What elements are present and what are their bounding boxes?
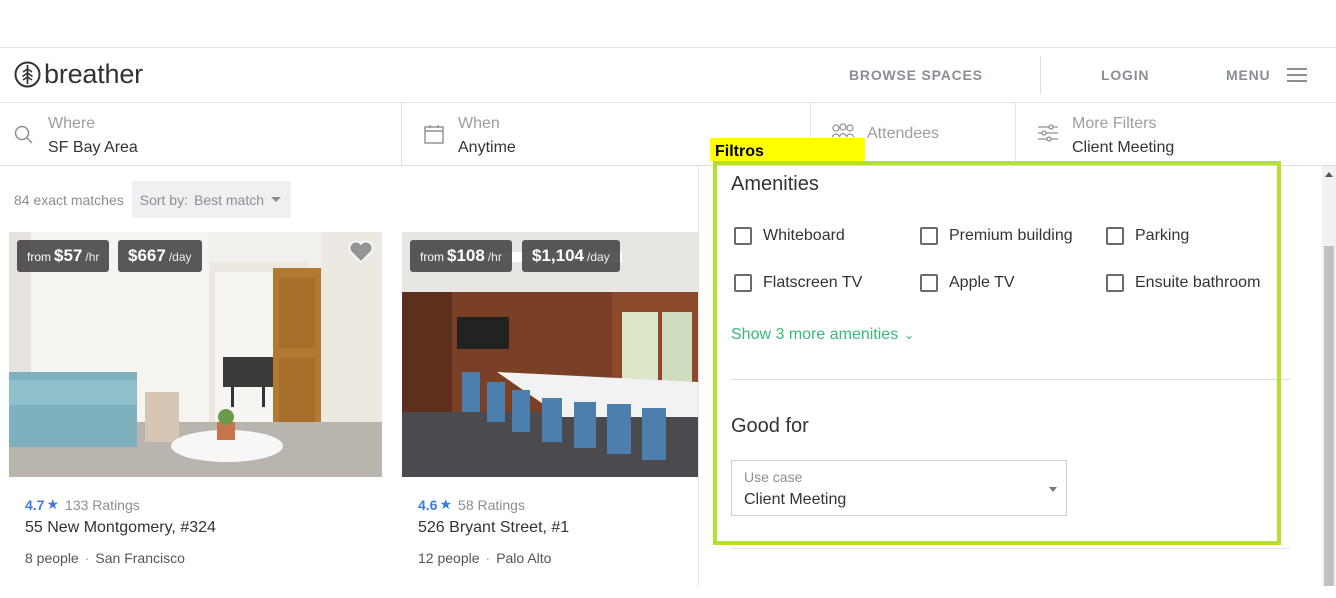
- capacity: 8 people: [25, 550, 79, 566]
- daily-price-badge: $667 /day: [118, 240, 202, 272]
- listing-rating: 4.7 ★ 133 Ratings: [25, 496, 140, 513]
- where-field[interactable]: Where SF Bay Area: [0, 103, 402, 166]
- section-divider: [731, 548, 1290, 549]
- sort-label: Sort by:: [139, 191, 188, 208]
- breather-logo-icon: [14, 61, 41, 88]
- price-from-prefix: from: [27, 250, 51, 264]
- city: Palo Alto: [496, 550, 552, 566]
- listing-address[interactable]: 526 Bryant Street, #1: [418, 519, 569, 537]
- hourly-unit: /hr: [85, 250, 100, 264]
- attendees-label: Attendees: [867, 125, 940, 142]
- search-bar: Where SF Bay Area When Anytime Attendees: [0, 103, 1336, 166]
- star-icon: ★: [46, 496, 60, 512]
- sliders-icon: [1038, 124, 1058, 142]
- daily-price-badge: $1,104 /day: [522, 240, 620, 272]
- hourly-price: $57: [54, 246, 83, 265]
- scroll-thumb[interactable]: [1324, 246, 1334, 586]
- nav-divider: [1040, 56, 1041, 94]
- search-icon: [14, 125, 33, 144]
- browse-spaces-link[interactable]: BROWSE SPACES: [849, 67, 983, 83]
- annotation-tag: Filtros: [710, 138, 865, 161]
- match-count: 84 exact matches: [14, 191, 124, 208]
- daily-unit: /day: [168, 250, 192, 264]
- caret-down-icon: [271, 197, 282, 202]
- city: San Francisco: [95, 550, 185, 566]
- star-icon: ★: [439, 496, 453, 512]
- more-filters-field[interactable]: More Filters Client Meeting: [1016, 103, 1336, 166]
- ratings-count: 133 Ratings: [65, 496, 140, 513]
- hourly-price-badge: from $108 /hr: [410, 240, 512, 272]
- listing-address[interactable]: 55 New Montgomery, #324: [25, 519, 216, 537]
- annotation-highlight-box: [713, 161, 1281, 545]
- listing-photo[interactable]: from $57 /hr $667 /day: [9, 232, 382, 477]
- breather-logo[interactable]: breather: [14, 61, 143, 88]
- more-filters-value: Client Meeting: [1072, 139, 1175, 156]
- listing-photo[interactable]: from $108 /hr $1,104 /day: [402, 232, 698, 477]
- capacity: 12 people: [418, 550, 480, 566]
- where-value: SF Bay Area: [48, 139, 138, 156]
- browser-top-area: [0, 0, 1336, 48]
- hourly-price-badge: from $57 /hr: [17, 240, 110, 272]
- calendar-icon: [424, 125, 444, 144]
- logo-text: breather: [44, 59, 143, 89]
- daily-price: $1,104: [532, 246, 584, 265]
- more-filters-label: More Filters: [1072, 115, 1157, 132]
- daily-price: $667: [128, 246, 166, 265]
- hourly-unit: /hr: [487, 250, 502, 264]
- ratings-count: 58 Ratings: [458, 496, 525, 513]
- menu-link[interactable]: MENU: [1226, 67, 1270, 83]
- heart-icon[interactable]: [348, 240, 374, 264]
- panel-scrollbar[interactable]: [1322, 166, 1336, 586]
- login-link[interactable]: LOGIN: [1101, 67, 1149, 83]
- where-label: Where: [48, 115, 96, 132]
- when-label: When: [458, 115, 500, 132]
- sort-dropdown[interactable]: Sort by: Best match: [131, 181, 292, 218]
- when-value: Anytime: [458, 139, 516, 156]
- listing-rating: 4.6 ★ 58 Ratings: [418, 496, 525, 513]
- listing-meta: 12 people · Palo Alto: [418, 550, 552, 566]
- listing-meta: 8 people · San Francisco: [25, 550, 185, 566]
- site-header: breather BROWSE SPACES LOGIN MENU: [0, 48, 1336, 103]
- rating-score: 4.6: [418, 496, 438, 513]
- price-from-prefix: from: [420, 250, 444, 264]
- rating-score: 4.7: [25, 496, 45, 513]
- hourly-price: $108: [447, 246, 485, 265]
- listing-card[interactable]: from $57 /hr $667 /day 4.7 ★ 133 Ratings…: [9, 232, 382, 566]
- hamburger-icon[interactable]: [1287, 68, 1307, 82]
- sort-value: Best match: [193, 191, 265, 208]
- daily-unit: /day: [587, 250, 610, 264]
- scroll-up-arrow-icon[interactable]: [1325, 172, 1333, 177]
- listing-card[interactable]: from $108 /hr $1,104 /day 4.6 ★ 58 Ratin…: [402, 232, 698, 566]
- results-toolbar: 84 exact matches Sort by: Best match: [14, 181, 292, 218]
